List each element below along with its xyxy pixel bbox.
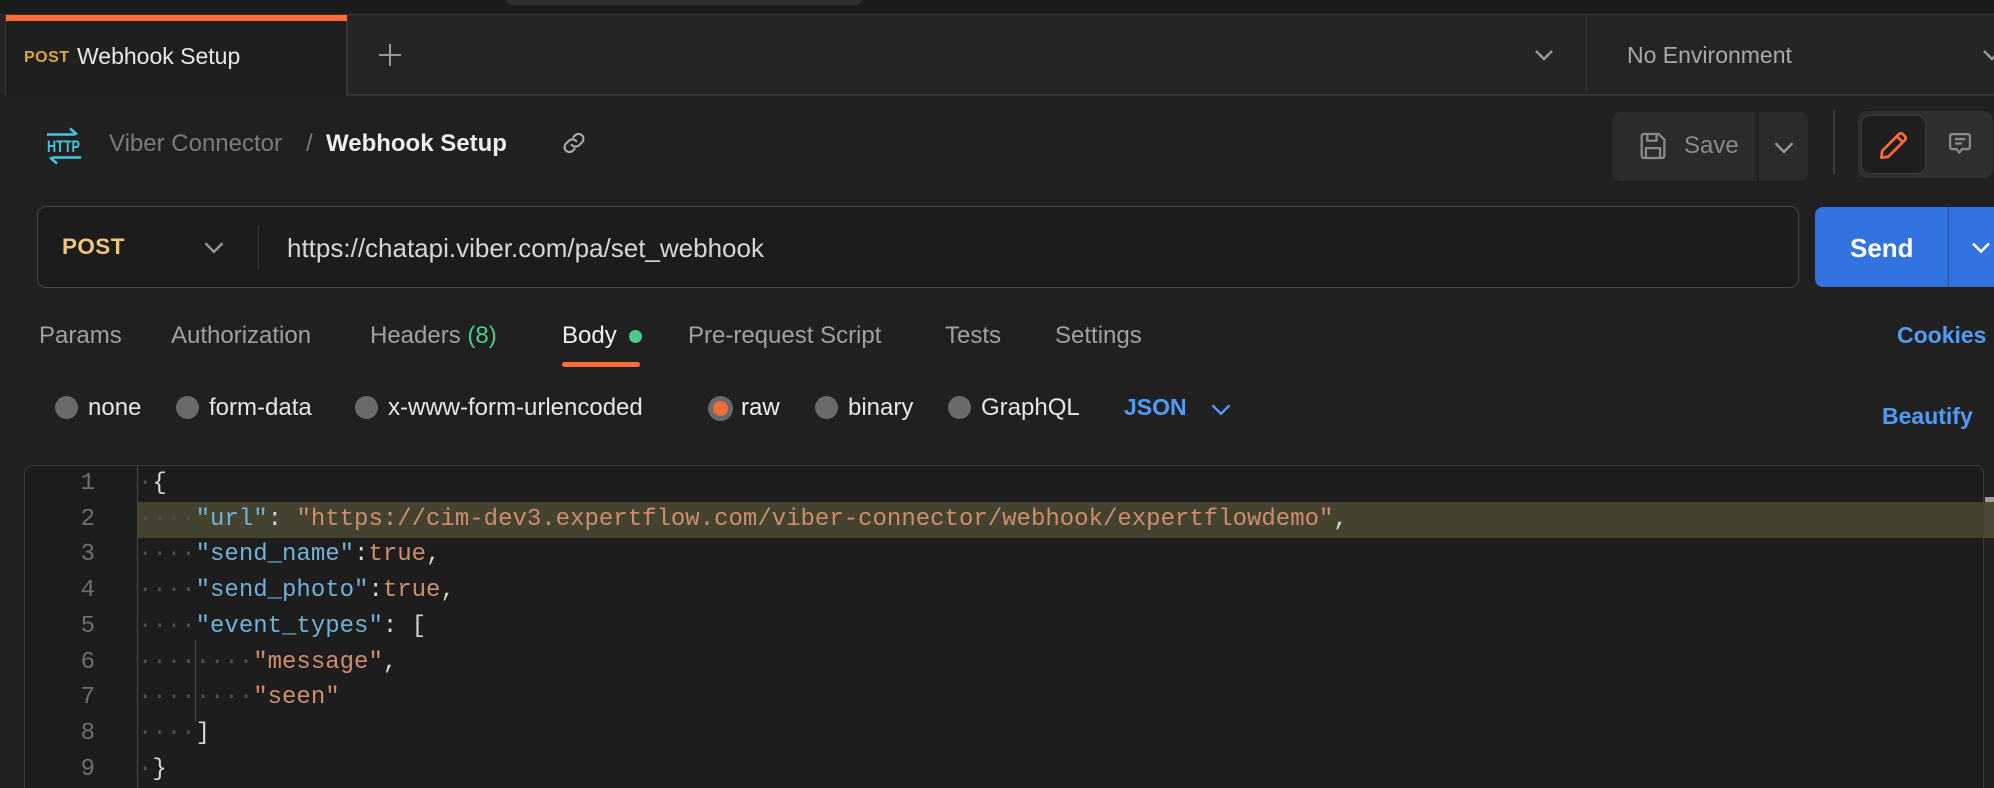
svg-text:HTTP: HTTP: [47, 138, 80, 156]
